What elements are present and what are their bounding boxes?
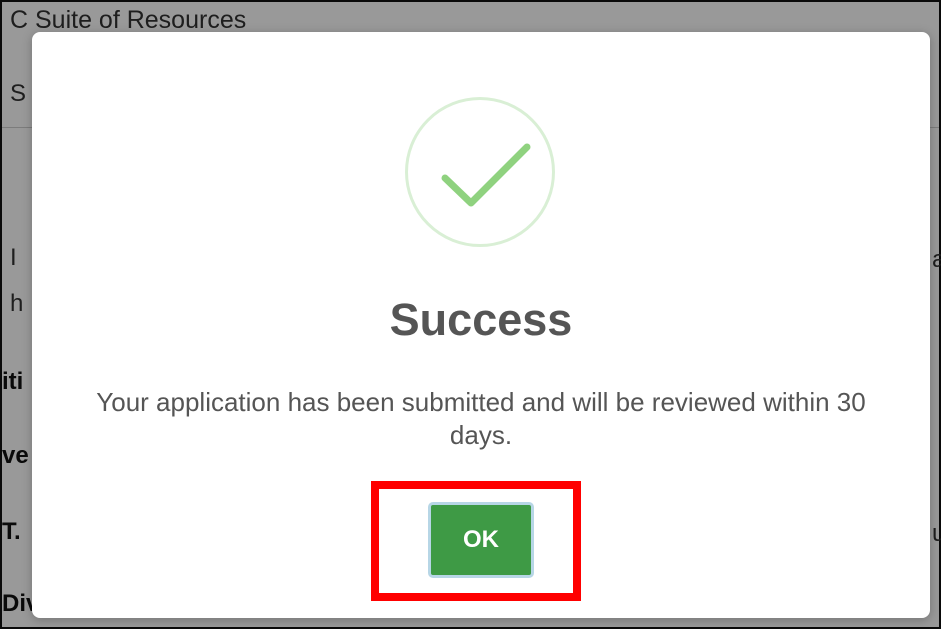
success-dialog: Success Your application has been submit… [32, 32, 930, 618]
dialog-title: Success [389, 294, 573, 345]
success-icon-circle [405, 97, 555, 247]
checkmark-icon [441, 143, 531, 207]
ok-button[interactable]: OK [428, 502, 534, 578]
dialog-message: Your application has been submitted and … [96, 387, 866, 450]
